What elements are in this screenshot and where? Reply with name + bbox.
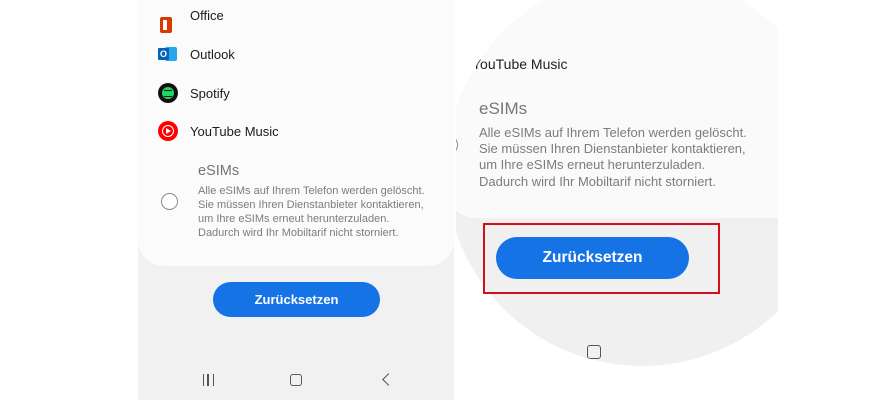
- app-label: Spotify: [190, 85, 230, 101]
- app-label: Outlook: [190, 46, 235, 62]
- app-item-youtube-music: YouTube Music: [158, 119, 279, 143]
- esims-radio-zoom[interactable]: [456, 135, 458, 155]
- settings-card: Office Outlook Spotify YouTube Music eSI…: [138, 0, 454, 266]
- esims-radio[interactable]: [161, 193, 178, 210]
- spotify-icon: [158, 83, 178, 103]
- app-label: Office: [190, 7, 224, 23]
- zoom-detail: YouTube Music eSIMs Alle eSIMs auf Ihrem…: [456, 0, 778, 374]
- phone-screenshot: Office Outlook Spotify YouTube Music eSI…: [138, 0, 454, 400]
- esims-title: eSIMs: [198, 163, 240, 179]
- highlight-box: [483, 223, 720, 294]
- reset-button[interactable]: Zurücksetzen: [213, 282, 380, 317]
- app-item-outlook: Outlook: [158, 42, 235, 66]
- app-item-spotify: Spotify: [158, 81, 230, 105]
- back-icon[interactable]: [382, 373, 395, 386]
- home-icon[interactable]: [290, 374, 302, 386]
- app-label: YouTube Music: [190, 123, 279, 139]
- esims-title-zoom: eSIMs: [479, 99, 528, 118]
- home-icon-zoom[interactable]: [587, 345, 601, 359]
- esims-description: Alle eSIMs auf Ihrem Telefon werden gelö…: [198, 185, 425, 239]
- zoom-circle: YouTube Music eSIMs Alle eSIMs auf Ihrem…: [456, 0, 778, 366]
- esims-description-zoom: Alle eSIMs auf Ihrem Telefon werden gelö…: [479, 125, 747, 189]
- navigation-bar: [138, 368, 454, 396]
- zoom-settings-card: YouTube Music eSIMs Alle eSIMs auf Ihrem…: [456, 0, 778, 218]
- app-item-youtube-music-zoom: YouTube Music: [472, 56, 568, 72]
- youtube-music-icon: [158, 121, 178, 141]
- recent-apps-icon[interactable]: [203, 374, 214, 386]
- outlook-icon: [158, 44, 178, 64]
